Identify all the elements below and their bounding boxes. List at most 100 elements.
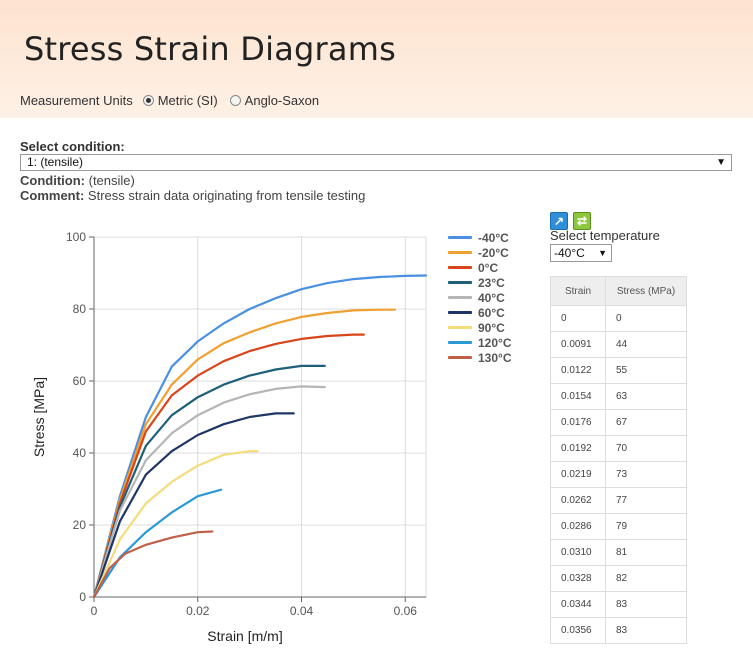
legend-swatch [448,266,472,269]
plot-frame [93,236,427,598]
legend-item[interactable]: 90°C [448,320,512,335]
stress-strain-table: Strain Stress (MPa) 0 0 0.0091 44 0.0122 55 0.… [550,276,687,644]
stress-cell: 70 [605,435,687,462]
x-axis-label: Strain [m/m] [207,628,282,644]
comment-label: Comment: [20,188,85,203]
legend-label: 23°C [478,275,505,290]
legend-item[interactable]: 40°C [448,290,512,305]
stress-cell: 55 [605,357,687,384]
chevron-down-icon: ▼ [598,248,607,258]
table-row: 0.0262 77 [550,487,687,514]
table-row: 00 [550,305,687,332]
temperature-select[interactable]: -40°C ▼ [550,244,612,262]
column-header-stress: Stress (MPa) [605,276,687,306]
table-row: 0.0328 82 [550,565,687,592]
comment-value: Stress strain data originating from tens… [87,188,366,203]
column-header-strain: Strain [550,276,606,306]
stress-cell: 73 [605,461,687,488]
strain-cell: 0.0122 [550,357,606,384]
stress-cell: 79 [605,513,687,540]
series-line [92,333,365,599]
y-tick-label: 40 [73,446,87,460]
table-row: 0.0192 70 [550,435,687,462]
x-tick-label: 0.06 [394,604,418,618]
legend-label: 120°C [478,335,512,350]
legend-item[interactable]: 130°C [448,350,512,365]
legend-label: 40°C [478,290,505,305]
legend-swatch [448,311,472,314]
legend-swatch [448,356,472,359]
select-temperature-label: Select temperature [550,228,660,243]
stress-strain-chart: 0 20 40 60 80 100 0 0.02 0.04 0.06 Strain [m/m] Str… [31,230,428,644]
select-condition-label: Select condition: [20,139,125,154]
temperature-select-value: -40°C [554,246,585,260]
strain-cell: 0.0310 [550,539,606,566]
legend-swatch [448,326,472,329]
y-tick-label: 0 [79,590,86,604]
strain-cell: 0.0154 [550,383,606,410]
y-axis-label: Stress [MPa] [31,377,47,457]
condition-label: Condition: [20,173,85,188]
chevron-down-icon: ▼ [716,157,726,168]
legend-item[interactable]: 23°C [448,275,512,290]
table-row: 0.0122 55 [550,357,687,384]
strain-cell: 0.0192 [550,435,606,462]
series-line [92,412,295,599]
metric-radio[interactable] [142,95,154,106]
legend-item[interactable]: -20°C [448,245,512,260]
table-row: 0.0344 83 [550,591,687,618]
units-label: Measurement Units [20,93,133,108]
measurement-units: Measurement Units Metric (SI) Anglo-Saxo… [20,93,319,108]
table-row: 0.0219 73 [550,461,687,488]
table-row: 0.0154 63 [550,383,687,410]
stress-cell: 83 [605,617,687,644]
strain-cell: 0.0219 [550,461,606,488]
legend-item[interactable]: -40°C [448,230,512,245]
stress-cell: 44 [605,331,687,358]
table-row: 0.0176 67 [550,409,687,436]
y-tick-label: 80 [73,302,87,316]
legend-swatch [448,296,472,299]
legend-label: 0°C [478,260,499,275]
stress-cell: 77 [605,487,687,514]
legend-label: 90°C [478,320,505,335]
strain-cell: 0 [550,305,606,332]
header-banner: Stress Strain Diagrams Measurement Units… [0,0,753,118]
y-tick-label: 100 [66,230,86,244]
chart-legend: -40°C -20°C 0°C 23°C 40°C 60°C 90°C 120°C 130°C [448,230,512,365]
condition-select[interactable]: 1: (tensile) ▼ [20,154,732,171]
stress-cell: 67 [605,409,687,436]
y-tick-label: 60 [73,374,87,388]
table-row: 0.0286 79 [550,513,687,540]
x-tick-label: 0.04 [290,604,314,618]
legend-label: -40°C [478,230,509,245]
table-row: 0.0091 44 [550,331,687,358]
metric-label: Metric (SI) [157,93,218,108]
legend-item[interactable]: 60°C [448,305,512,320]
strain-cell: 0.0286 [550,513,606,540]
legend-item[interactable]: 0°C [448,260,512,275]
anglo-saxon-radio[interactable] [229,95,241,106]
legend-swatch [448,236,472,239]
strain-cell: 0.0091 [550,331,606,358]
x-tick-label: 0.02 [186,604,210,618]
comment-text: Comment: Stress strain data originating … [20,188,365,203]
legend-swatch [448,251,472,254]
stress-cell: 81 [605,539,687,566]
stress-cell: 82 [605,565,687,592]
table-row: 0.0310 81 [550,539,687,566]
legend-swatch [448,281,472,284]
series-line [92,385,326,599]
x-tick-label: 0 [91,604,98,618]
y-tick-label: 20 [73,518,87,532]
legend-item[interactable]: 120°C [448,335,512,350]
stress-cell: 83 [605,591,687,618]
legend-label: 60°C [478,305,505,320]
strain-cell: 0.0262 [550,487,606,514]
anglo-saxon-label: Anglo-Saxon [244,93,320,108]
page-title: Stress Strain Diagrams [24,30,396,68]
strain-cell: 0.0356 [550,617,606,644]
strain-cell: 0.0176 [550,409,606,436]
stress-cell: 63 [605,383,687,410]
legend-swatch [448,341,472,344]
